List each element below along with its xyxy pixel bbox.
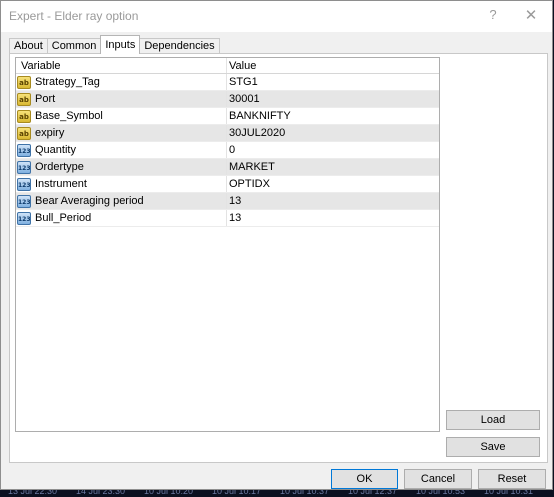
value-cell[interactable]: MARKET xyxy=(227,159,439,175)
variable-name: Ordertype xyxy=(35,161,84,173)
input-row[interactable]: 123 Bear Averaging period 13 xyxy=(16,193,439,210)
grid-rows: ab Strategy_Tag STG1 ab Port 30001 ab Base_Symb… xyxy=(16,74,439,227)
taskbar-fragment: 13 Jul 22:30 xyxy=(8,490,58,496)
string-type-icon: ab xyxy=(17,75,31,89)
close-icon[interactable]: ✕ xyxy=(522,6,540,26)
input-row[interactable]: ab expiry 30JUL2020 xyxy=(16,125,439,142)
variable-cell[interactable]: ab Strategy_Tag xyxy=(16,74,227,90)
taskbar-fragment: 10 Jul 10:37 xyxy=(280,490,330,496)
variable-cell[interactable]: 123 Instrument xyxy=(16,176,227,192)
variable-name: Bull_Period xyxy=(35,212,92,224)
value-cell[interactable]: STG1 xyxy=(227,74,439,90)
title-bar[interactable]: Expert - Elder ray option ? ✕ xyxy=(1,1,552,32)
variable-name: Port xyxy=(35,93,56,105)
ok-button[interactable]: OK xyxy=(331,469,398,489)
taskbar-fragment: 10 Jul 10:53 xyxy=(416,490,466,496)
column-header-value[interactable]: Value xyxy=(227,58,439,73)
tab-strip: About Common Inputs Dependencies xyxy=(9,35,220,54)
variable-name: Instrument xyxy=(35,178,87,190)
save-button[interactable]: Save xyxy=(446,437,540,457)
variable-cell[interactable]: 123 Bull_Period xyxy=(16,210,227,226)
taskbar-fragment: 10 Jul 12:37 xyxy=(348,490,398,496)
input-row[interactable]: ab Base_Symbol BANKNIFTY xyxy=(16,108,439,125)
variable-name: expiry xyxy=(35,127,65,139)
input-row[interactable]: 123 Quantity 0 xyxy=(16,142,439,159)
grid-header: Variable Value xyxy=(16,58,439,74)
help-icon[interactable]: ? xyxy=(485,7,501,25)
string-type-icon: ab xyxy=(17,109,31,123)
variable-cell[interactable]: 123 Quantity xyxy=(16,142,227,158)
window-title: Expert - Elder ray option xyxy=(9,9,139,23)
tab-about[interactable]: About xyxy=(9,38,48,54)
input-row[interactable]: ab Strategy_Tag STG1 xyxy=(16,74,439,91)
input-row[interactable]: 123 Bull_Period 13 xyxy=(16,210,439,227)
tab-common[interactable]: Common xyxy=(46,38,102,54)
variable-cell[interactable]: 123 Bear Averaging period xyxy=(16,193,227,209)
variable-name: Bear Averaging period xyxy=(35,195,144,207)
number-type-icon: 123 xyxy=(17,143,31,157)
string-type-icon: ab xyxy=(17,126,31,140)
tab-inputs[interactable]: Inputs xyxy=(100,35,141,54)
variable-name: Base_Symbol xyxy=(35,110,103,122)
background-taskbar: 13 Jul 22:30 14 Jul 23:30 10 Jul 10:20 10 J… xyxy=(0,490,554,497)
taskbar-fragment: 10 Jul 10:31 xyxy=(484,490,534,496)
tab-dependencies[interactable]: Dependencies xyxy=(139,38,220,54)
number-type-icon: 123 xyxy=(17,160,31,174)
cancel-button[interactable]: Cancel xyxy=(404,469,472,489)
variable-cell[interactable]: 123 Ordertype xyxy=(16,159,227,175)
number-type-icon: 123 xyxy=(17,194,31,208)
load-button[interactable]: Load xyxy=(446,410,540,430)
value-cell[interactable]: BANKNIFTY xyxy=(227,108,439,124)
value-cell[interactable]: 13 xyxy=(227,210,439,226)
number-type-icon: 123 xyxy=(17,211,31,225)
value-cell[interactable]: OPTIDX xyxy=(227,176,439,192)
variable-cell[interactable]: ab expiry xyxy=(16,125,227,141)
expert-dialog: Expert - Elder ray option ? ✕ About Comm… xyxy=(0,0,553,490)
taskbar-fragment: 14 Jul 23:30 xyxy=(76,490,126,496)
value-cell[interactable]: 0 xyxy=(227,142,439,158)
variable-name: Quantity xyxy=(35,144,76,156)
taskbar-fragment: 10 Jul 10:17 xyxy=(212,490,262,496)
value-cell[interactable]: 30001 xyxy=(227,91,439,107)
value-cell[interactable]: 13 xyxy=(227,193,439,209)
number-type-icon: 123 xyxy=(17,177,31,191)
inputs-grid: Variable Value ab Strategy_Tag STG1 ab Port 3… xyxy=(15,57,440,432)
input-row[interactable]: ab Port 30001 xyxy=(16,91,439,108)
variable-name: Strategy_Tag xyxy=(35,76,100,88)
input-row[interactable]: 123 Instrument OPTIDX xyxy=(16,176,439,193)
value-cell[interactable]: 30JUL2020 xyxy=(227,125,439,141)
variable-cell[interactable]: ab Port xyxy=(16,91,227,107)
string-type-icon: ab xyxy=(17,92,31,106)
variable-cell[interactable]: ab Base_Symbol xyxy=(16,108,227,124)
reset-button[interactable]: Reset xyxy=(478,469,546,489)
column-header-variable[interactable]: Variable xyxy=(16,58,227,73)
taskbar-fragment: 10 Jul 10:20 xyxy=(144,490,194,496)
input-row[interactable]: 123 Ordertype MARKET xyxy=(16,159,439,176)
